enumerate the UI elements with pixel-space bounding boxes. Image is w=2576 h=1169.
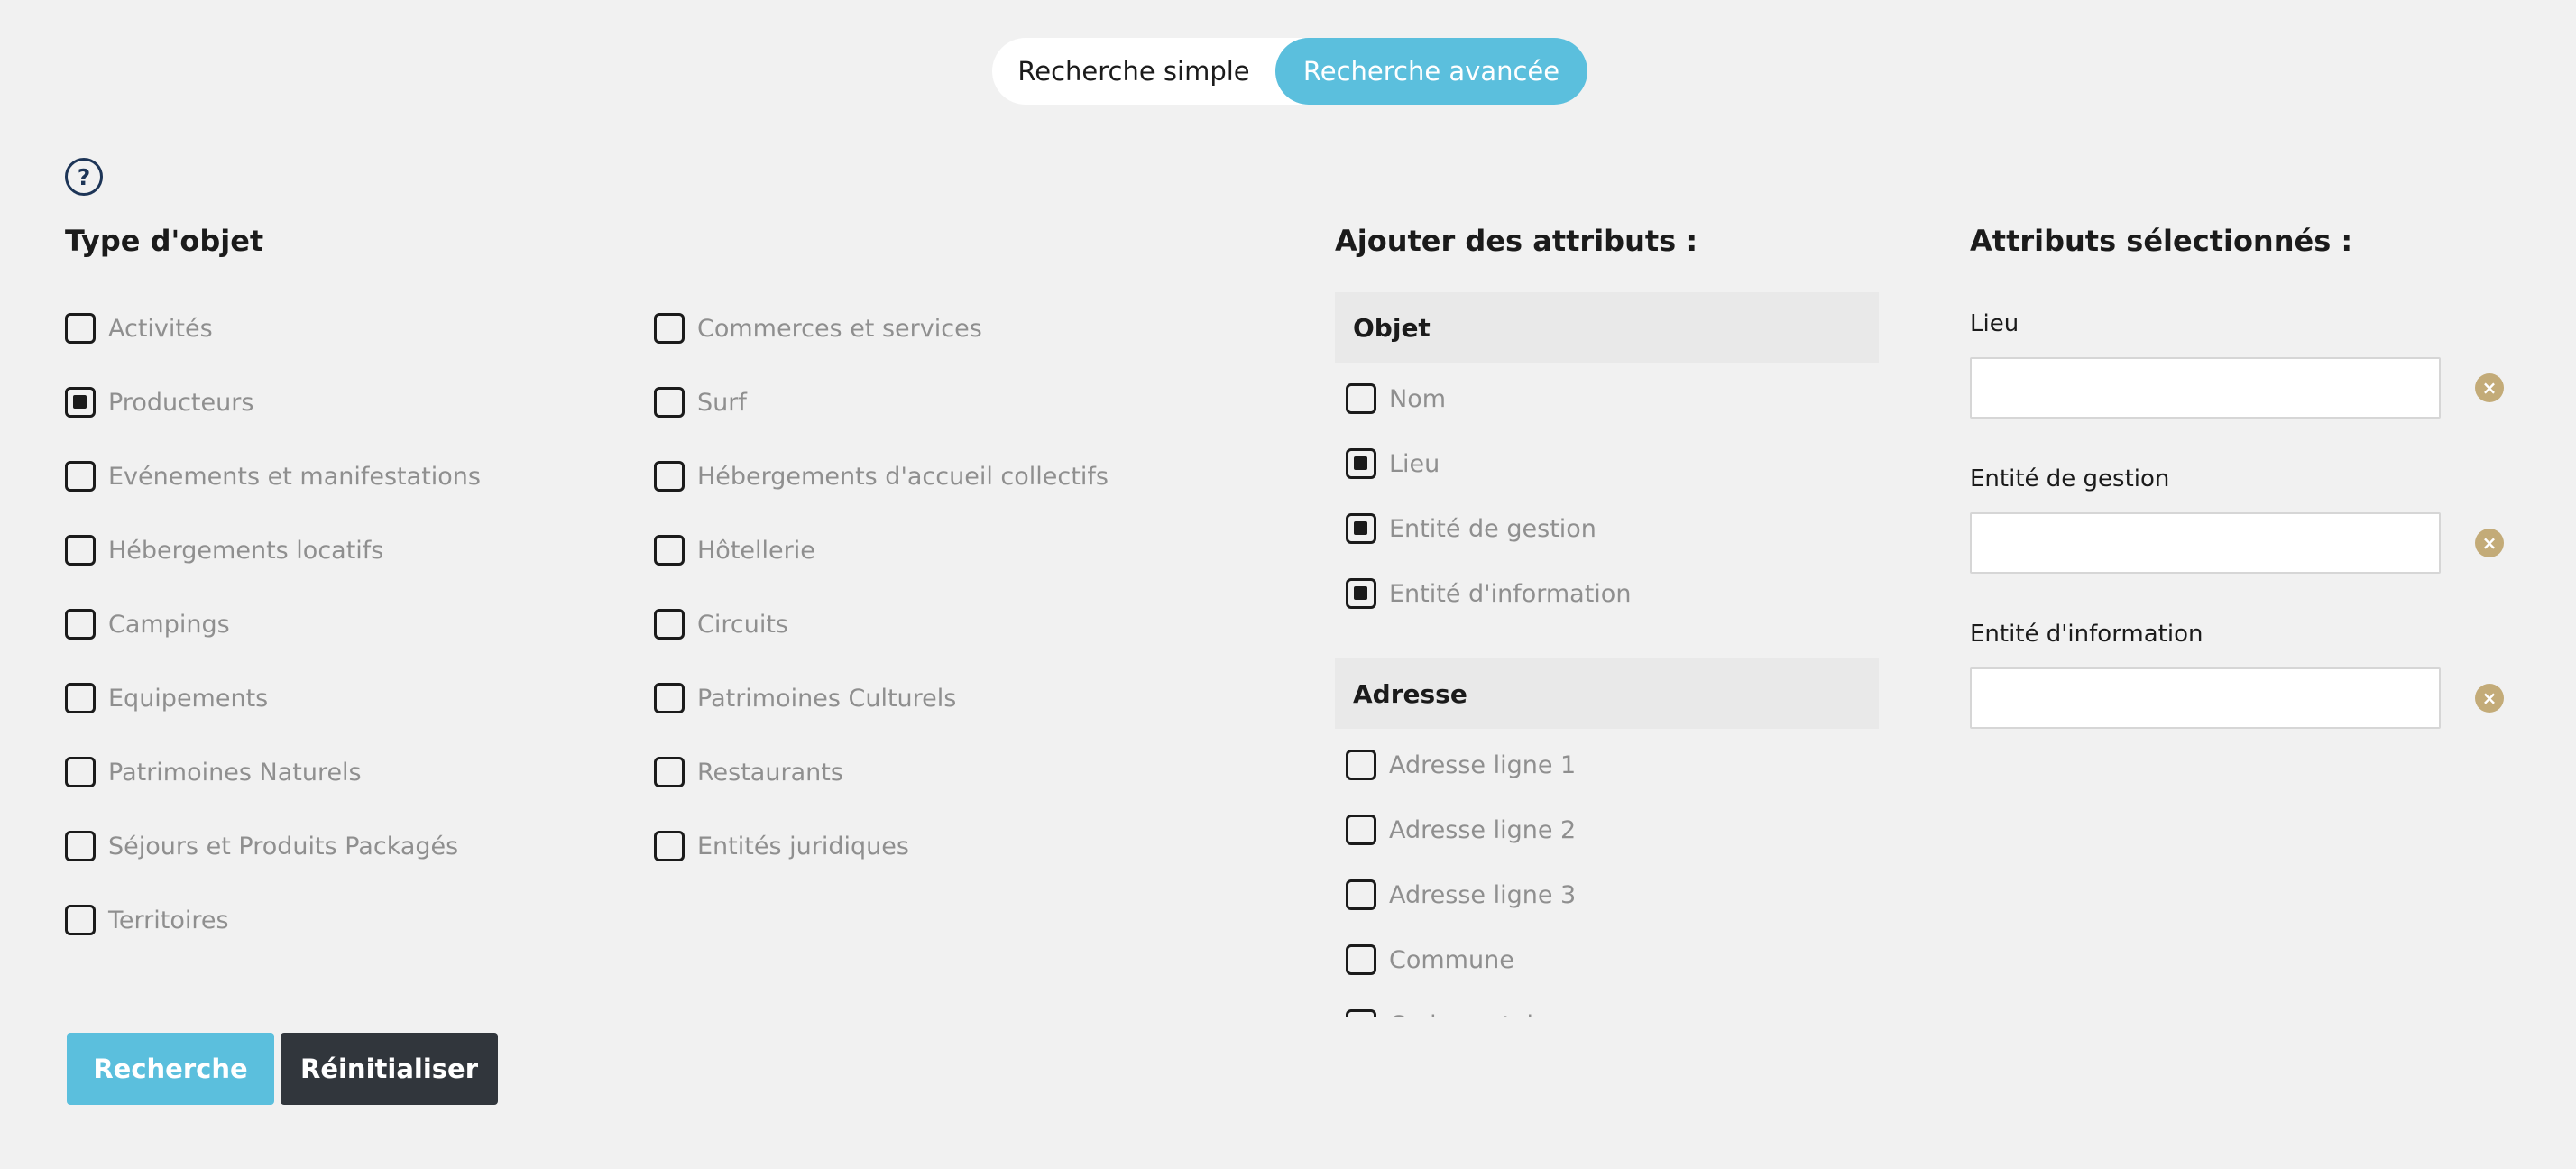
object-type-checkbox[interactable]	[65, 905, 96, 935]
reset-button[interactable]: Réinitialiser	[281, 1033, 498, 1105]
object-type-item[interactable]: Hébergements d'accueil collectifs	[654, 458, 1109, 494]
attribute-checkbox[interactable]	[1346, 750, 1376, 780]
object-type-checkbox[interactable]	[65, 313, 96, 344]
object-type-checkbox[interactable]	[654, 461, 685, 492]
object-type-checkbox[interactable]	[65, 683, 96, 713]
group-header-objet: Objet	[1335, 292, 1879, 363]
object-type-label: Hôtellerie	[697, 536, 815, 565]
selected-field-label-lieu: Lieu	[1970, 310, 2019, 337]
object-type-label: Patrimoines Culturels	[697, 684, 957, 713]
object-type-item[interactable]: Hôtellerie	[654, 532, 815, 568]
attribute-item[interactable]: Adresse ligne 2	[1346, 812, 1576, 848]
object-type-checkbox[interactable]	[65, 535, 96, 566]
object-type-checkbox[interactable]	[654, 535, 685, 566]
object-type-item[interactable]: Patrimoines Naturels	[65, 754, 362, 790]
attribute-label: Entité de gestion	[1389, 514, 1596, 543]
attribute-item[interactable]: Entité de gestion	[1346, 511, 1596, 547]
object-type-item[interactable]: Circuits	[654, 606, 788, 642]
search-button[interactable]: Recherche	[67, 1033, 274, 1105]
group-header-adresse: Adresse	[1335, 658, 1879, 729]
attribute-label: Entité d'information	[1389, 579, 1632, 608]
object-type-item[interactable]: Séjours et Produits Packagés	[65, 828, 458, 864]
object-type-label: Equipements	[108, 684, 269, 713]
attribute-checkbox[interactable]	[1346, 1009, 1376, 1017]
remove-entite-information-icon[interactable]: ×	[2475, 684, 2504, 713]
selected-field-input-entite-gestion[interactable]	[1970, 512, 2441, 574]
selected-field-label-entite-information: Entité d'information	[1970, 621, 2203, 648]
object-type-label: Séjours et Produits Packagés	[108, 832, 459, 861]
object-type-label: Activités	[108, 314, 213, 343]
selected-field-input-entite-information[interactable]	[1970, 667, 2441, 729]
object-type-item[interactable]: Equipements	[65, 680, 268, 716]
attribute-item[interactable]: Commune	[1346, 942, 1514, 978]
attribute-checkbox[interactable]	[1346, 879, 1376, 910]
object-type-item[interactable]: Restaurants	[654, 754, 843, 790]
attribute-label: Adresse ligne 3	[1389, 880, 1577, 909]
object-type-checkbox[interactable]	[654, 683, 685, 713]
object-type-label: Circuits	[697, 610, 788, 639]
object-type-label: Entités juridiques	[697, 832, 909, 861]
object-type-checkbox[interactable]	[654, 609, 685, 640]
object-type-label: Producteurs	[108, 388, 254, 417]
remove-lieu-icon[interactable]: ×	[2475, 373, 2504, 402]
attribute-item[interactable]: Code postal	[1346, 1007, 1533, 1017]
attribute-item[interactable]: Nom	[1346, 381, 1446, 417]
object-type-item[interactable]: Producteurs	[65, 384, 253, 420]
attribute-label: Adresse ligne 2	[1389, 815, 1577, 844]
add-attributes-title: Ajouter des attributs :	[1335, 224, 1698, 258]
object-type-item[interactable]: Territoires	[65, 902, 229, 938]
attribute-item[interactable]: Entité d'information	[1346, 575, 1631, 612]
object-type-label: Evénements et manifestations	[108, 462, 481, 491]
object-type-checkbox[interactable]	[65, 461, 96, 492]
selected-field-label-entite-gestion: Entité de gestion	[1970, 465, 2170, 492]
simple-search-tab[interactable]: Recherche simple	[992, 38, 1275, 105]
object-type-item[interactable]: Surf	[654, 384, 747, 420]
attribute-checkbox[interactable]	[1346, 578, 1376, 609]
attribute-item[interactable]: Adresse ligne 1	[1346, 747, 1576, 783]
object-type-item[interactable]: Campings	[65, 606, 230, 642]
object-type-item[interactable]: Activités	[65, 310, 213, 346]
object-type-label: Surf	[697, 388, 747, 417]
object-type-item[interactable]: Commerces et services	[654, 310, 982, 346]
selected-field-input-lieu[interactable]	[1970, 357, 2441, 419]
object-type-label: Restaurants	[697, 758, 843, 787]
object-type-checkbox[interactable]	[65, 757, 96, 787]
attribute-label: Lieu	[1389, 449, 1440, 478]
object-type-label: Hébergements d'accueil collectifs	[697, 462, 1109, 491]
advanced-search-tab[interactable]: Recherche avancée	[1275, 38, 1587, 105]
object-type-checkbox[interactable]	[65, 609, 96, 640]
attribute-label: Code postal	[1389, 1011, 1533, 1018]
object-type-label: Campings	[108, 610, 230, 639]
object-type-title: Type d'objet	[65, 224, 264, 258]
object-type-checkbox[interactable]	[654, 757, 685, 787]
help-icon[interactable]: ?	[65, 158, 103, 196]
object-type-checkbox[interactable]	[654, 831, 685, 861]
object-type-checkbox[interactable]	[65, 831, 96, 861]
attribute-label: Commune	[1389, 945, 1514, 974]
object-type-label: Territoires	[108, 906, 229, 934]
remove-entite-gestion-icon[interactable]: ×	[2475, 529, 2504, 557]
search-mode-toggle: Recherche simple Recherche avancée	[992, 38, 1587, 105]
attribute-checkbox[interactable]	[1346, 944, 1376, 975]
attribute-checkbox[interactable]	[1346, 815, 1376, 845]
object-type-item[interactable]: Hébergements locatifs	[65, 532, 383, 568]
object-type-label: Hébergements locatifs	[108, 536, 384, 565]
attribute-label: Nom	[1389, 384, 1447, 413]
object-type-checkbox[interactable]	[654, 387, 685, 418]
attribute-checkbox[interactable]	[1346, 513, 1376, 544]
object-type-label: Patrimoines Naturels	[108, 758, 362, 787]
attribute-checkbox[interactable]	[1346, 383, 1376, 414]
object-type-item[interactable]: Entités juridiques	[654, 828, 909, 864]
object-type-checkbox[interactable]	[654, 313, 685, 344]
attributes-scroll-panel[interactable]: Objet Nom Lieu Entité de gestion Entité d'i…	[1335, 289, 1879, 1017]
attribute-label: Adresse ligne 1	[1389, 750, 1577, 779]
attribute-item[interactable]: Lieu	[1346, 446, 1440, 482]
selected-attributes-title: Attributs sélectionnés :	[1970, 224, 2353, 258]
object-type-label: Commerces et services	[697, 314, 982, 343]
attribute-item[interactable]: Adresse ligne 3	[1346, 877, 1576, 913]
object-type-checkbox[interactable]	[65, 387, 96, 418]
attribute-checkbox[interactable]	[1346, 448, 1376, 479]
object-type-item[interactable]: Patrimoines Culturels	[654, 680, 956, 716]
object-type-item[interactable]: Evénements et manifestations	[65, 458, 481, 494]
